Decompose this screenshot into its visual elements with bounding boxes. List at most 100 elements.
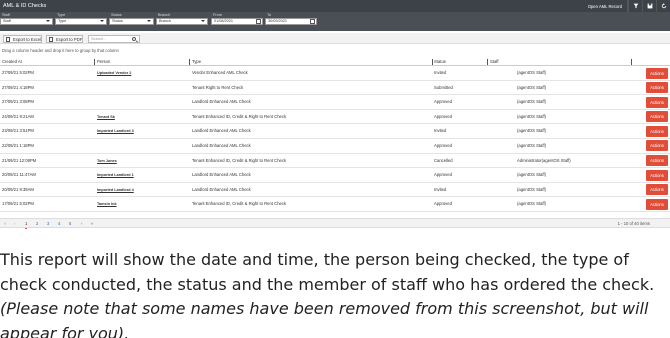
cell-status: Approved: [434, 99, 452, 105]
cell-staff: (agentOS Staff): [517, 142, 547, 148]
cell-person[interactable]: Tamsin Ink: [97, 197, 117, 211]
filter-bar: Staff Staff Type Type Status Status Bran…: [0, 12, 670, 31]
cell-staff: (agentOS Staff): [517, 113, 547, 119]
column-resize-handle[interactable]: [94, 59, 95, 65]
column-resize-handle[interactable]: [432, 59, 433, 65]
to-date-input[interactable]: 30/09/2021: [265, 18, 317, 25]
cell-status: Invited: [434, 128, 447, 134]
table-row[interactable]: 23/09/21 3:51PM Imported Landlord 3 Landlo…: [0, 124, 670, 139]
column-resize-handle[interactable]: [631, 59, 632, 65]
refresh-icon[interactable]: [656, 0, 670, 12]
from-date-filter[interactable]: From 01/08/2021: [211, 13, 263, 25]
actions-button[interactable]: Actions: [646, 67, 668, 79]
actions-button[interactable]: Actions: [646, 82, 668, 94]
calendar-icon[interactable]: [256, 19, 261, 24]
search-icon[interactable]: [132, 37, 136, 41]
actions-button[interactable]: Actions: [646, 169, 668, 181]
save-icon[interactable]: [642, 0, 656, 12]
staff-select[interactable]: Staff: [0, 18, 53, 25]
export-excel-label: Export to Excel: [13, 37, 42, 42]
cell-status: Cancelled: [434, 157, 453, 163]
table-row[interactable]: 21/09/21 12:08PM Tom Jones Tenant Enhanced…: [0, 154, 670, 169]
first-page-button[interactable]: «: [4, 219, 6, 228]
pdf-icon: [49, 37, 53, 42]
caption-note: (Please note that some names have been r…: [0, 299, 649, 338]
cell-staff: (agentOS Staff): [517, 172, 547, 178]
status-select[interactable]: Status: [109, 18, 154, 25]
column-person[interactable]: Person: [97, 58, 110, 66]
filter-icon[interactable]: [628, 0, 642, 12]
page-4-button[interactable]: 4: [58, 219, 60, 228]
column-status[interactable]: Status: [434, 58, 446, 66]
calendar-icon[interactable]: [310, 19, 315, 24]
cell-type: Tenant Enhanced ID, Credit & Right to Re…: [192, 201, 287, 207]
cell-created-at: 27/09/21 5:02PM: [2, 70, 34, 75]
next-page-button[interactable]: ›: [81, 219, 82, 228]
last-page-button[interactable]: »: [91, 219, 93, 228]
actions-button[interactable]: Actions: [646, 140, 668, 152]
to-date-filter[interactable]: To 30/09/2021: [265, 13, 317, 25]
actions-button[interactable]: Actions: [646, 184, 668, 196]
cell-type: Landlord Enhanced AML Check: [192, 128, 251, 134]
table-row[interactable]: 24/09/21 9:21AM Tenant Sk Tenant Enhanced …: [0, 110, 670, 125]
cell-created-at: 24/09/21 9:21AM: [2, 113, 34, 119]
cell-created-at: 20/09/21 11:47AM: [2, 172, 36, 178]
page-3-button[interactable]: 3: [47, 219, 49, 228]
table-row[interactable]: 20/09/21 9:39AM Imported Landlord 4 Landlo…: [0, 183, 670, 198]
cell-person[interactable]: Imported Landlord 1: [97, 168, 134, 182]
page-5-button[interactable]: 5: [69, 219, 71, 228]
cell-type: Landlord Enhanced AML Check: [192, 142, 251, 148]
page-1-button[interactable]: 1: [25, 219, 28, 229]
table-row[interactable]: 27/09/21 3:08PM Landlord Enhanced AML Che…: [0, 95, 670, 110]
cell-status: Invited: [434, 186, 447, 192]
branch-select[interactable]: Branch: [156, 18, 208, 25]
cell-person[interactable]: Uploaded Vendor 2: [97, 66, 131, 80]
title-bar: AML & ID Checks Open AML Record: [0, 0, 670, 12]
pager-info: 1 - 10 of 40 items: [617, 221, 650, 226]
type-filter[interactable]: Type Type: [55, 13, 107, 25]
column-created-at[interactable]: Created At: [2, 58, 22, 66]
chevron-down-icon: [201, 20, 205, 22]
actions-button[interactable]: Actions: [646, 96, 668, 108]
actions-button[interactable]: Actions: [646, 155, 668, 167]
actions-button[interactable]: Actions: [646, 125, 668, 137]
export-excel-button[interactable]: Export to Excel: [3, 35, 43, 43]
branch-filter-label: Branch: [158, 13, 171, 17]
column-resize-handle[interactable]: [487, 59, 488, 65]
column-type[interactable]: Type: [192, 58, 201, 66]
excel-icon: [6, 37, 10, 42]
export-pdf-button[interactable]: Export to PDF: [46, 35, 84, 43]
table-row[interactable]: 27/09/21 5:02PM Uploaded Vendor 2 Vendor E…: [0, 66, 670, 81]
actions-button[interactable]: Actions: [646, 198, 668, 210]
cell-person[interactable]: Tom Jones: [97, 154, 117, 168]
cell-staff: (agentOS Staff): [517, 128, 547, 134]
open-aml-record-button[interactable]: Open AML Record: [583, 0, 628, 12]
actions-button[interactable]: Actions: [646, 111, 668, 123]
cell-status: Invited: [434, 70, 447, 75]
table-row[interactable]: 17/09/21 5:02PM Tamsin Ink Tenant Enhanced…: [0, 197, 670, 212]
staff-filter-label: Staff: [2, 13, 10, 17]
prev-page-button[interactable]: ‹: [14, 219, 15, 228]
cell-person[interactable]: Tenant Sk: [97, 110, 115, 124]
table-row[interactable]: 20/09/21 11:47AM Imported Landlord 1 Landl…: [0, 168, 670, 183]
cell-person[interactable]: Imported Landlord 4: [97, 183, 134, 197]
search-input[interactable]: Search...: [88, 35, 140, 43]
column-staff[interactable]: Staff: [490, 58, 499, 66]
cell-status: Approved: [434, 172, 452, 178]
page-2-button[interactable]: 2: [36, 219, 38, 228]
from-date-input[interactable]: 01/08/2021: [211, 18, 263, 25]
column-resize-handle[interactable]: [189, 59, 190, 65]
cell-created-at: 27/09/21 4:18PM: [2, 84, 34, 90]
grid-header: Created At Person Type Status Staff: [0, 58, 670, 66]
chevron-down-icon: [147, 20, 151, 22]
type-select[interactable]: Type: [55, 18, 107, 25]
cell-created-at: 22/09/21 1:18PM: [2, 142, 34, 148]
cell-person[interactable]: Imported Landlord 3: [97, 124, 134, 138]
window-title: AML & ID Checks: [3, 3, 47, 9]
table-row[interactable]: 27/09/21 4:18PM Tenant Right to Rent Chec…: [0, 81, 670, 96]
status-filter[interactable]: Status Status: [109, 13, 154, 25]
group-by-hint: Drag a column header and drop it here to…: [2, 48, 119, 53]
table-row[interactable]: 22/09/21 1:18PM Landlord Enhanced AML Che…: [0, 139, 670, 154]
branch-filter[interactable]: Branch Branch: [156, 13, 208, 25]
staff-filter[interactable]: Staff Staff: [0, 13, 53, 25]
